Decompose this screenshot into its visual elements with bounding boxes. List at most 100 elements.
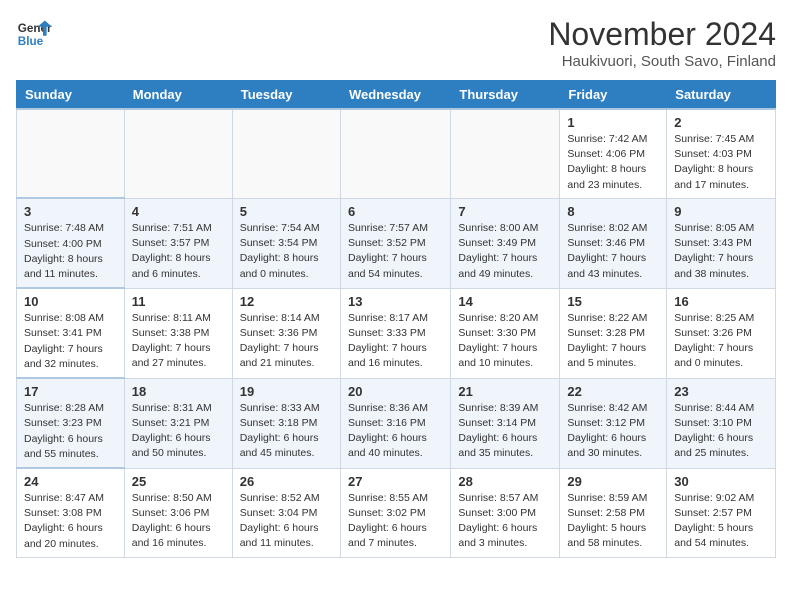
day-info: Sunrise: 8:17 AM Sunset: 3:33 PM Dayligh… bbox=[348, 311, 443, 372]
day-info: Sunrise: 8:47 AM Sunset: 3:08 PM Dayligh… bbox=[24, 491, 117, 552]
day-number: 1 bbox=[567, 115, 659, 130]
calendar-header-row: SundayMondayTuesdayWednesdayThursdayFrid… bbox=[17, 81, 776, 110]
header-tuesday: Tuesday bbox=[232, 81, 340, 110]
day-number: 22 bbox=[567, 384, 659, 399]
calendar-cell: 10 Sunrise: 8:08 AM Sunset: 3:41 PM Dayli… bbox=[17, 288, 125, 378]
calendar-cell: 6Sunrise: 7:57 AM Sunset: 3:52 PM Daylig… bbox=[340, 198, 450, 288]
day-number: 4 bbox=[132, 204, 225, 219]
day-number: 26 bbox=[240, 474, 333, 489]
calendar-cell: 1 Sunrise: 7:42 AM Sunset: 4:06 PM Daylig… bbox=[560, 109, 667, 198]
calendar-cell: 22 Sunrise: 8:42 AM Sunset: 3:12 PM Dayli… bbox=[560, 378, 667, 468]
day-info: Sunrise: 8:55 AM Sunset: 3:02 PM Dayligh… bbox=[348, 491, 443, 552]
day-info: Sunrise: 8:44 AM Sunset: 3:10 PM Dayligh… bbox=[674, 401, 768, 462]
calendar-cell bbox=[17, 109, 125, 198]
calendar-cell: 28 Sunrise: 8:57 AM Sunset: 3:00 PM Dayli… bbox=[451, 468, 560, 557]
day-info: Sunrise: 7:42 AM Sunset: 4:06 PM Dayligh… bbox=[567, 132, 659, 193]
calendar-cell: 25Sunrise: 8:50 AM Sunset: 3:06 PM Dayli… bbox=[124, 468, 232, 557]
header-saturday: Saturday bbox=[667, 81, 776, 110]
day-info: Sunrise: 8:59 AM Sunset: 2:58 PM Dayligh… bbox=[567, 491, 659, 552]
logo-icon: General Blue bbox=[16, 16, 52, 52]
day-number: 15 bbox=[567, 294, 659, 309]
week-row-1: 1 Sunrise: 7:42 AM Sunset: 4:06 PM Daylig… bbox=[17, 109, 776, 198]
day-number: 7 bbox=[458, 204, 552, 219]
month-year-title: November 2024 bbox=[548, 16, 776, 53]
header-wednesday: Wednesday bbox=[340, 81, 450, 110]
week-row-4: 17 Sunrise: 8:28 AM Sunset: 3:23 PM Dayli… bbox=[17, 378, 776, 468]
header-friday: Friday bbox=[560, 81, 667, 110]
day-info: Sunrise: 8:05 AM Sunset: 3:43 PM Dayligh… bbox=[674, 221, 768, 282]
day-number: 20 bbox=[348, 384, 443, 399]
calendar-cell: 14 Sunrise: 8:20 AM Sunset: 3:30 PM Dayli… bbox=[451, 288, 560, 378]
day-info: Sunrise: 8:08 AM Sunset: 3:41 PM Dayligh… bbox=[24, 311, 117, 372]
calendar-cell: 27 Sunrise: 8:55 AM Sunset: 3:02 PM Dayli… bbox=[340, 468, 450, 557]
day-number: 18 bbox=[132, 384, 225, 399]
day-number: 29 bbox=[567, 474, 659, 489]
calendar-cell: 16Sunrise: 8:25 AM Sunset: 3:26 PM Dayli… bbox=[667, 288, 776, 378]
day-number: 2 bbox=[674, 115, 768, 130]
calendar-cell: 7Sunrise: 8:00 AM Sunset: 3:49 PM Daylig… bbox=[451, 198, 560, 288]
header-monday: Monday bbox=[124, 81, 232, 110]
calendar-cell: 24 Sunrise: 8:47 AM Sunset: 3:08 PM Dayli… bbox=[17, 468, 125, 557]
day-info: Sunrise: 7:45 AM Sunset: 4:03 PM Dayligh… bbox=[674, 132, 768, 193]
day-info: Sunrise: 8:52 AM Sunset: 3:04 PM Dayligh… bbox=[240, 491, 333, 552]
day-number: 27 bbox=[348, 474, 443, 489]
header-sunday: Sunday bbox=[17, 81, 125, 110]
day-info: Sunrise: 8:02 AM Sunset: 3:46 PM Dayligh… bbox=[567, 221, 659, 282]
calendar-cell: 12Sunrise: 8:14 AM Sunset: 3:36 PM Dayli… bbox=[232, 288, 340, 378]
day-number: 5 bbox=[240, 204, 333, 219]
calendar-cell: 23 Sunrise: 8:44 AM Sunset: 3:10 PM Dayli… bbox=[667, 378, 776, 468]
day-number: 9 bbox=[674, 204, 768, 219]
day-info: Sunrise: 7:54 AM Sunset: 3:54 PM Dayligh… bbox=[240, 221, 333, 282]
calendar-cell bbox=[124, 109, 232, 198]
day-number: 30 bbox=[674, 474, 768, 489]
calendar-cell: 5 Sunrise: 7:54 AM Sunset: 3:54 PM Daylig… bbox=[232, 198, 340, 288]
day-number: 10 bbox=[24, 294, 117, 309]
logo: General Blue bbox=[16, 16, 52, 52]
day-info: Sunrise: 8:57 AM Sunset: 3:00 PM Dayligh… bbox=[458, 491, 552, 552]
calendar-cell: 29 Sunrise: 8:59 AM Sunset: 2:58 PM Dayli… bbox=[560, 468, 667, 557]
day-info: Sunrise: 7:57 AM Sunset: 3:52 PM Dayligh… bbox=[348, 221, 443, 282]
calendar-cell: 20 Sunrise: 8:36 AM Sunset: 3:16 PM Dayli… bbox=[340, 378, 450, 468]
day-number: 24 bbox=[24, 474, 117, 489]
calendar-cell: 18 Sunrise: 8:31 AM Sunset: 3:21 PM Dayli… bbox=[124, 378, 232, 468]
day-info: Sunrise: 8:20 AM Sunset: 3:30 PM Dayligh… bbox=[458, 311, 552, 372]
header-thursday: Thursday bbox=[451, 81, 560, 110]
calendar-cell bbox=[340, 109, 450, 198]
day-info: Sunrise: 8:36 AM Sunset: 3:16 PM Dayligh… bbox=[348, 401, 443, 462]
day-info: Sunrise: 7:51 AM Sunset: 3:57 PM Dayligh… bbox=[132, 221, 225, 282]
day-info: Sunrise: 8:39 AM Sunset: 3:14 PM Dayligh… bbox=[458, 401, 552, 462]
calendar-cell: 19Sunrise: 8:33 AM Sunset: 3:18 PM Dayli… bbox=[232, 378, 340, 468]
day-number: 17 bbox=[24, 384, 117, 399]
day-number: 13 bbox=[348, 294, 443, 309]
calendar-cell: 13 Sunrise: 8:17 AM Sunset: 3:33 PM Dayli… bbox=[340, 288, 450, 378]
day-number: 8 bbox=[567, 204, 659, 219]
day-info: Sunrise: 8:31 AM Sunset: 3:21 PM Dayligh… bbox=[132, 401, 225, 462]
location-subtitle: Haukivuori, South Savo, Finland bbox=[548, 53, 776, 70]
svg-text:Blue: Blue bbox=[18, 35, 44, 48]
day-number: 14 bbox=[458, 294, 552, 309]
calendar-table: SundayMondayTuesdayWednesdayThursdayFrid… bbox=[16, 80, 776, 558]
day-info: Sunrise: 8:28 AM Sunset: 3:23 PM Dayligh… bbox=[24, 401, 117, 462]
title-area: November 2024 Haukivuori, South Savo, Fi… bbox=[548, 16, 776, 70]
calendar-cell: 30Sunrise: 9:02 AM Sunset: 2:57 PM Dayli… bbox=[667, 468, 776, 557]
day-number: 23 bbox=[674, 384, 768, 399]
calendar-cell: 17 Sunrise: 8:28 AM Sunset: 3:23 PM Dayli… bbox=[17, 378, 125, 468]
calendar-cell: 26 Sunrise: 8:52 AM Sunset: 3:04 PM Dayli… bbox=[232, 468, 340, 557]
day-number: 3 bbox=[24, 204, 117, 219]
day-number: 11 bbox=[132, 294, 225, 309]
page-header: General Blue November 2024 Haukivuori, S… bbox=[16, 16, 776, 70]
day-info: Sunrise: 8:11 AM Sunset: 3:38 PM Dayligh… bbox=[132, 311, 225, 372]
calendar-cell bbox=[232, 109, 340, 198]
day-info: Sunrise: 8:42 AM Sunset: 3:12 PM Dayligh… bbox=[567, 401, 659, 462]
calendar-cell: 3 Sunrise: 7:48 AM Sunset: 4:00 PM Daylig… bbox=[17, 198, 125, 288]
calendar-cell: 2 Sunrise: 7:45 AM Sunset: 4:03 PM Daylig… bbox=[667, 109, 776, 198]
day-info: Sunrise: 7:48 AM Sunset: 4:00 PM Dayligh… bbox=[24, 221, 117, 282]
calendar-cell: 9 Sunrise: 8:05 AM Sunset: 3:43 PM Daylig… bbox=[667, 198, 776, 288]
calendar-cell: 4 Sunrise: 7:51 AM Sunset: 3:57 PM Daylig… bbox=[124, 198, 232, 288]
calendar-cell: 8 Sunrise: 8:02 AM Sunset: 3:46 PM Daylig… bbox=[560, 198, 667, 288]
calendar-cell: 21Sunrise: 8:39 AM Sunset: 3:14 PM Dayli… bbox=[451, 378, 560, 468]
week-row-5: 24 Sunrise: 8:47 AM Sunset: 3:08 PM Dayli… bbox=[17, 468, 776, 557]
day-info: Sunrise: 8:33 AM Sunset: 3:18 PM Dayligh… bbox=[240, 401, 333, 462]
day-number: 28 bbox=[458, 474, 552, 489]
day-info: Sunrise: 8:50 AM Sunset: 3:06 PM Dayligh… bbox=[132, 491, 225, 552]
